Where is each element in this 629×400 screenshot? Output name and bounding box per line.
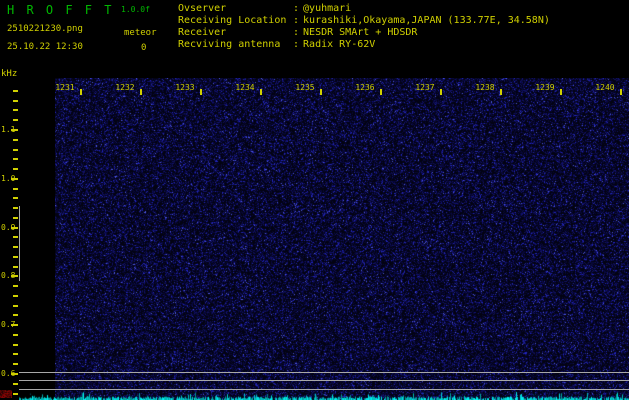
- freq-minor-tick: [13, 197, 18, 199]
- info-separator: :: [293, 3, 299, 15]
- freq-minor-tick: [13, 158, 18, 160]
- time-tick: [260, 89, 262, 95]
- time-tick-label: 1234: [235, 83, 255, 92]
- freq-minor-tick: [13, 363, 18, 365]
- info-separator: :: [293, 15, 299, 27]
- meteor-count-value: 0: [141, 43, 146, 53]
- info-value: Radix RY-62V: [303, 39, 375, 51]
- freq-minor-tick: [13, 266, 18, 268]
- freq-minor-tick: [13, 334, 18, 336]
- time-tick: [80, 89, 82, 95]
- carrier-marker-line: [19, 389, 629, 390]
- time-tick: [140, 89, 142, 95]
- app-version: 1.0.0f: [121, 5, 150, 14]
- freq-minor-tick: [13, 344, 18, 346]
- freq-minor-tick: [13, 285, 18, 287]
- freq-minor-tick: [13, 353, 18, 355]
- info-label: Recviving antenna: [178, 39, 293, 51]
- info-label: Ovserver: [178, 3, 293, 15]
- spectrogram-canvas: [55, 78, 629, 400]
- output-filename: 2510221230.png: [7, 24, 83, 34]
- hrofft-window: H R O F F T 1.0.0f 2510221230.png meteor…: [0, 0, 629, 400]
- time-tick-label: 1235: [295, 83, 315, 92]
- time-tick: [560, 89, 562, 95]
- app-title: H R O F F T: [7, 3, 114, 17]
- freq-minor-tick: [13, 246, 18, 248]
- freq-tick-label: 0.9: [1, 223, 15, 232]
- freq-minor-tick: [13, 119, 18, 121]
- time-tick-label: 1231: [55, 83, 75, 92]
- freq-minor-tick: [13, 256, 18, 258]
- time-tick: [200, 89, 202, 95]
- freq-tick-label: 0.7: [1, 320, 15, 329]
- observation-datetime: 25.10.22 12:30: [7, 42, 83, 52]
- time-tick-label: 1236: [355, 83, 375, 92]
- time-tick: [440, 89, 442, 95]
- info-value: NESDR SMArt + HDSDR: [303, 27, 417, 39]
- freq-minor-tick: [13, 149, 18, 151]
- freq-axis-unit: kHz: [1, 69, 17, 79]
- station-info-row: Receiver: NESDR SMArt + HDSDR: [178, 27, 550, 39]
- info-value: @yuhmari: [303, 3, 351, 15]
- freq-minor-tick: [13, 383, 18, 385]
- time-tick-label: 1233: [175, 83, 195, 92]
- info-separator: :: [293, 39, 299, 51]
- time-tick: [320, 89, 322, 95]
- station-info-row: Ovserver: @yuhmari: [178, 3, 550, 15]
- freq-minor-tick: [13, 188, 18, 190]
- freq-tick-label: 0.6: [1, 369, 15, 378]
- freq-tick-label: 1.1: [1, 125, 15, 134]
- freq-minor-tick: [13, 305, 18, 307]
- freq-minor-tick: [13, 207, 18, 209]
- time-tick-label: 1232: [115, 83, 135, 92]
- freq-minor-tick: [13, 139, 18, 141]
- time-tick-label: 1238: [475, 83, 495, 92]
- freq-minor-tick: [13, 109, 18, 111]
- time-tick: [620, 89, 622, 95]
- freq-minor-tick: [13, 295, 18, 297]
- freq-minor-tick: [13, 217, 18, 219]
- freq-minor-tick: [13, 90, 18, 92]
- freq-minor-tick: [13, 393, 18, 395]
- carrier-marker-line: [19, 372, 629, 373]
- info-value: kurashiki,Okayama,JAPAN (133.77E, 34.58N…: [303, 15, 550, 27]
- signal-level-trace: [19, 390, 629, 400]
- detection-band-marker: [19, 206, 20, 281]
- freq-minor-tick: [13, 168, 18, 170]
- station-info-row: Recviving antenna: Radix RY-62V: [178, 39, 550, 51]
- freq-minor-tick: [13, 100, 18, 102]
- freq-minor-tick: [13, 314, 18, 316]
- time-tick: [380, 89, 382, 95]
- freq-minor-tick: [13, 236, 18, 238]
- freq-tick-label: 0.8: [1, 271, 15, 280]
- info-label: Receiver: [178, 27, 293, 39]
- station-info-row: Receiving Location: kurashiki,Okayama,JAP…: [178, 15, 550, 27]
- carrier-marker-line: [19, 380, 629, 381]
- info-label: Receiving Location: [178, 15, 293, 27]
- freq-tick-label: 1.0: [1, 174, 15, 183]
- level-legend-red: [0, 390, 12, 398]
- time-tick-label: 1237: [415, 83, 435, 92]
- station-info: Ovserver: @yuhmari Receiving Location: kura…: [178, 3, 550, 51]
- meteor-count-label: meteor: [124, 28, 157, 38]
- time-tick-label: 1240: [595, 83, 615, 92]
- time-tick-label: 1239: [535, 83, 555, 92]
- info-separator: :: [293, 27, 299, 39]
- time-tick: [500, 89, 502, 95]
